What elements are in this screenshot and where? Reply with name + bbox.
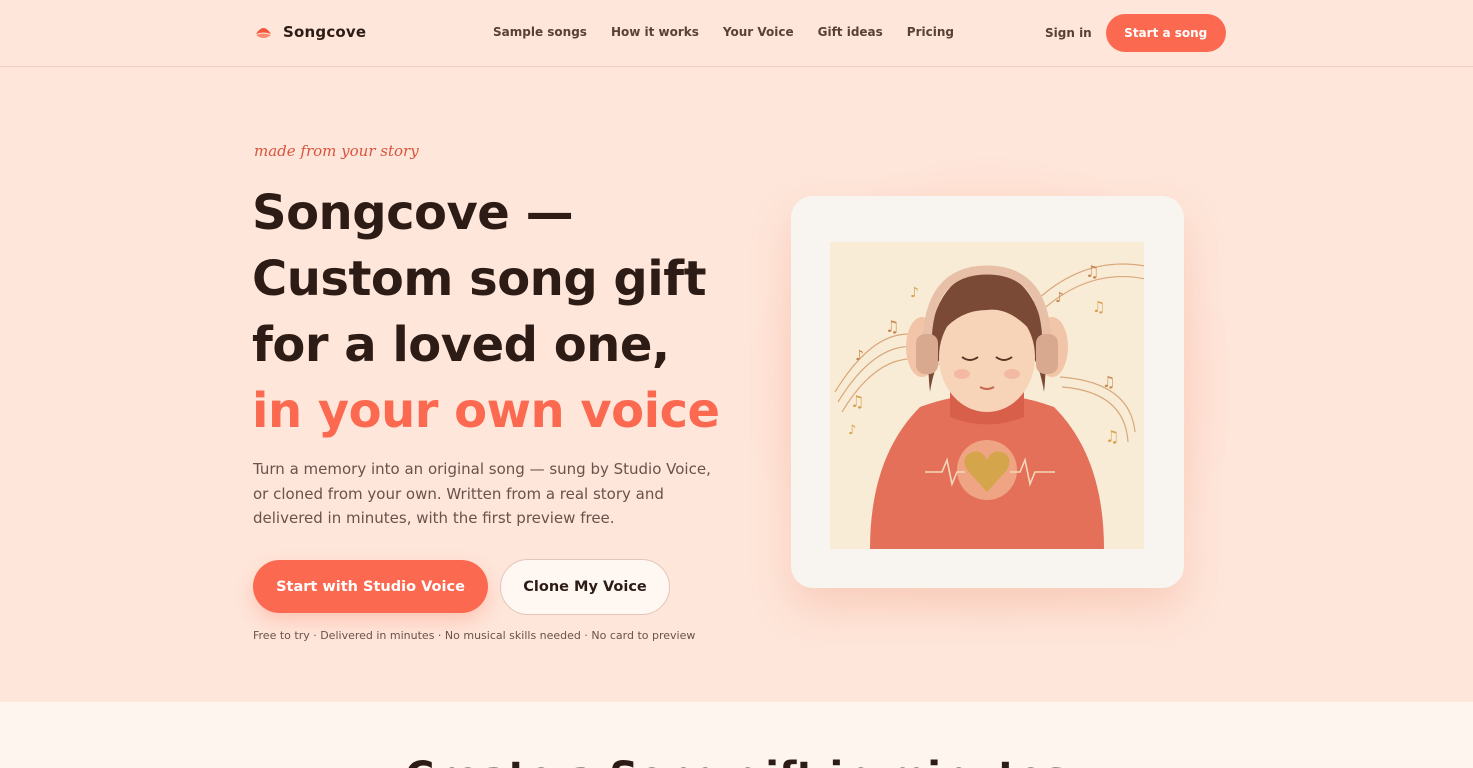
headline-line-1: Songcove — xyxy=(252,185,574,241)
hero-cta-row: Start with Studio Voice Clone My Voice xyxy=(253,559,670,615)
section-title: Create a Song gift in minutes xyxy=(0,754,1473,768)
brand-name: Songcove xyxy=(283,22,367,41)
svg-text:♪: ♪ xyxy=(1055,290,1064,306)
start-a-song-button[interactable]: Start a song xyxy=(1105,14,1226,52)
how-it-works-section: Create a Song gift in minutes xyxy=(0,702,1473,768)
hero-perks: Free to try · Delivered in minutes · No … xyxy=(253,629,696,642)
girl-with-headphones-illustration: ♫ ♪ ♫ ♪ ♪ ♫ ♪ ♫ ♫ ♫ 𝄞 xyxy=(830,242,1144,549)
svg-text:♫: ♫ xyxy=(1092,298,1105,316)
top-nav: Songcove Sample songs How it works Your … xyxy=(0,0,1473,67)
svg-text:♪: ♪ xyxy=(910,285,919,301)
svg-text:♪: ♪ xyxy=(848,423,856,438)
headline-line-2: Custom song gift xyxy=(252,251,707,307)
headline-line-3: for a loved one, xyxy=(252,317,670,373)
svg-text:♪: ♪ xyxy=(855,348,864,364)
sign-in-link[interactable]: Sign in xyxy=(1045,26,1092,40)
hero-eyebrow: made from your story xyxy=(254,142,419,160)
hero-headline: Songcove — Custom song gift for a loved … xyxy=(252,180,722,444)
nav-link-how-it-works[interactable]: How it works xyxy=(611,25,699,39)
headline-accent: in your own voice xyxy=(252,383,720,439)
nav-links: Sample songs How it works Your Voice Gif… xyxy=(493,25,954,39)
brand-logo[interactable]: Songcove xyxy=(254,22,366,41)
start-with-studio-voice-button[interactable]: Start with Studio Voice xyxy=(253,560,488,613)
svg-text:♫: ♫ xyxy=(885,317,899,336)
svg-text:♫: ♫ xyxy=(1105,427,1119,446)
nav-link-your-voice[interactable]: Your Voice xyxy=(723,25,794,39)
clone-my-voice-button[interactable]: Clone My Voice xyxy=(500,559,670,615)
nav-actions: Sign in Start a song xyxy=(1045,14,1226,52)
hero-image-card: ♫ ♪ ♫ ♪ ♪ ♫ ♪ ♫ ♫ ♫ 𝄞 xyxy=(791,196,1184,588)
nav-link-gift-ideas[interactable]: Gift ideas xyxy=(818,25,883,39)
svg-text:♫: ♫ xyxy=(1085,262,1099,281)
nav-link-pricing[interactable]: Pricing xyxy=(907,25,954,39)
nav-link-sample-songs[interactable]: Sample songs xyxy=(493,25,587,39)
svg-text:♫: ♫ xyxy=(1102,373,1115,391)
songcove-logo-icon xyxy=(254,22,273,41)
hero-subtitle: Turn a memory into an original song — su… xyxy=(253,460,711,527)
svg-text:♫: ♫ xyxy=(850,392,864,411)
